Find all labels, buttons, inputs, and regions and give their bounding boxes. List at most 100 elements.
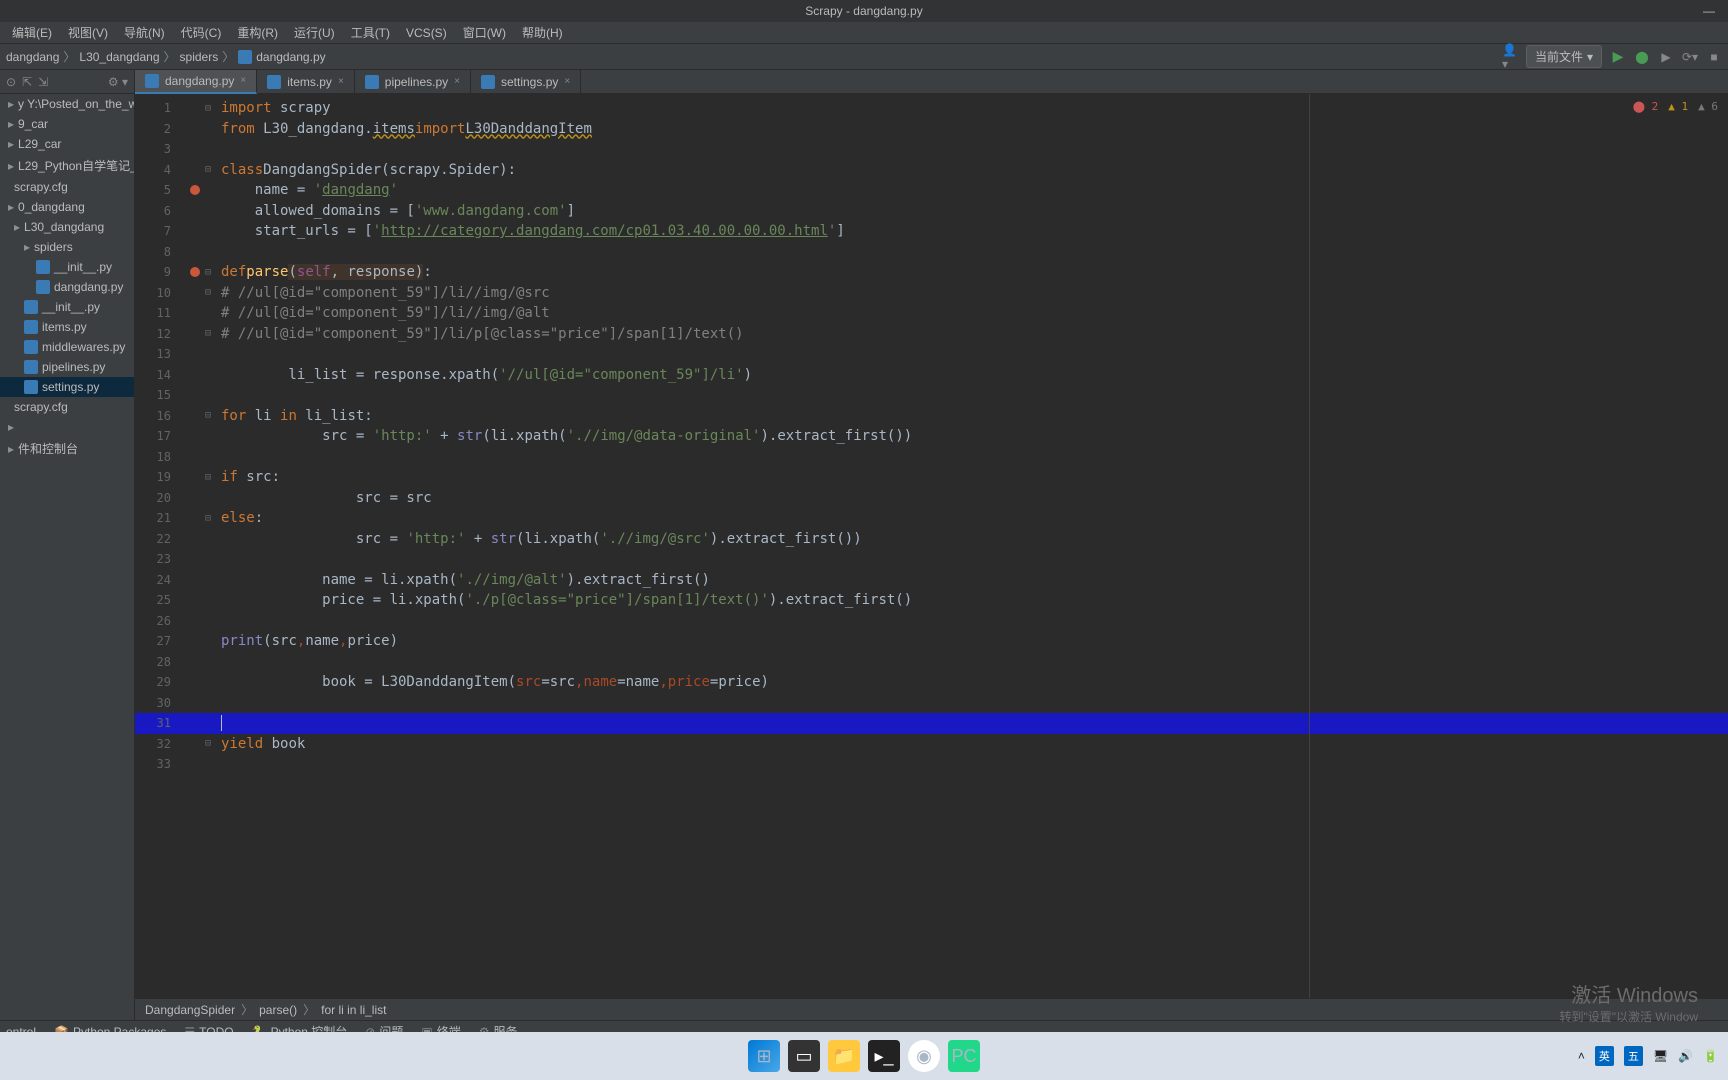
project-tree[interactable]: ▸y Y:\Posted_on_the_web▸9_car▸L29_car▸L2… [0,94,134,1020]
editor-tab[interactable]: dangdang.py× [135,70,257,94]
warning-indicator[interactable]: ▲ 1 [1668,100,1688,113]
menu-item[interactable]: 视图(V) [60,24,116,41]
profile-icon[interactable]: ⟳▾ [1682,49,1698,65]
stop-icon[interactable]: ■ [1706,49,1722,65]
line-number[interactable]: 22 [135,529,185,550]
tree-item[interactable]: scrapy.cfg [0,397,134,417]
breadcrumb-part[interactable]: dangdang.py [238,50,325,64]
fold-toggle[interactable]: ⊟ [205,508,217,529]
inspection-indicators[interactable]: ⬤ 2 ▲ 1 ▲ 6 [1633,100,1718,113]
coverage-icon[interactable]: ▶ [1658,49,1674,65]
tree-item[interactable]: ▸件和控制台 [0,437,134,460]
struct-crumb[interactable]: parse() [259,1003,297,1017]
code-line[interactable]: from L30_dangdang.items import L30Dandda… [217,119,1728,140]
fold-toggle[interactable]: ⊟ [205,324,217,345]
fold-toggle[interactable]: ⊟ [205,283,217,304]
tree-item[interactable]: items.py [0,317,134,337]
line-number[interactable]: 26 [135,611,185,632]
code-content[interactable]: import scrapyfrom L30_dangdang.items imp… [217,94,1728,998]
line-number[interactable]: 13 [135,344,185,365]
fold-toggle[interactable]: ⊟ [205,160,217,181]
line-number[interactable]: 21 [135,508,185,529]
tree-item[interactable]: ▸0_dangdang [0,197,134,217]
ime-indicator-2[interactable]: 五 [1624,1046,1643,1066]
code-line[interactable]: import scrapy [217,98,1728,119]
code-line[interactable]: class DangdangSpider(scrapy.Spider): [217,160,1728,181]
tree-item[interactable]: pipelines.py [0,357,134,377]
menu-item[interactable]: 编辑(E) [4,24,60,41]
line-number[interactable]: 1 [135,98,185,119]
fold-toggle[interactable]: ⊟ [205,262,217,283]
line-number[interactable]: 10 [135,283,185,304]
taskbar-tray[interactable]: ˄ 英 五 🖥 🔊 🔋 [1578,1046,1718,1066]
code-line[interactable] [217,242,1728,263]
line-number[interactable]: 32 [135,734,185,755]
code-line[interactable]: print(src,name,price) [217,631,1728,652]
line-number[interactable]: 11 [135,303,185,324]
code-line[interactable] [217,447,1728,468]
line-number[interactable]: 24 [135,570,185,591]
menu-item[interactable]: 窗口(W) [455,24,514,41]
line-number[interactable]: 20 [135,488,185,509]
tray-monitor-icon[interactable]: 🖥 [1653,1049,1668,1063]
code-line[interactable]: li_list = response.xpath('//ul[@id="comp… [217,365,1728,386]
code-line[interactable]: src = 'http:' + str(li.xpath('.//img/@da… [217,426,1728,447]
fold-toggle[interactable]: ⊟ [205,467,217,488]
code-line[interactable] [217,754,1728,775]
close-tab-icon[interactable]: × [338,76,344,87]
tree-item[interactable]: settings.py [0,377,134,397]
code-editor[interactable]: 1234567891011121314151617181920212223242… [135,94,1728,998]
code-line[interactable]: name = li.xpath('.//img/@alt').extract_f… [217,570,1728,591]
line-number[interactable]: 9 [135,262,185,283]
sidebar-settings-icon[interactable]: ⚙ ▾ [108,75,128,89]
code-line[interactable]: src = src [217,488,1728,509]
tray-battery-icon[interactable]: 🔋 [1703,1049,1718,1063]
tree-item[interactable]: __init__.py [0,297,134,317]
collapse-icon[interactable]: ⇲ [38,75,48,89]
user-icon[interactable]: 👤▾ [1502,49,1518,65]
ime-indicator-1[interactable]: 英 [1595,1046,1614,1066]
menu-item[interactable]: 导航(N) [116,24,173,41]
code-line[interactable]: def parse(self, response): [217,262,1728,283]
tree-item[interactable]: scrapy.cfg [0,177,134,197]
line-number[interactable]: 17 [135,426,185,447]
tree-item[interactable]: dangdang.py [0,277,134,297]
windows-taskbar[interactable]: ⊞ ▭ 📁 ▸_ ◉ PC ˄ 英 五 🖥 🔊 🔋 [0,1032,1728,1080]
close-tab-icon[interactable]: × [454,76,460,87]
line-number[interactable]: 30 [135,693,185,714]
tree-item[interactable]: middlewares.py [0,337,134,357]
structure-breadcrumb[interactable]: DangdangSpider〉parse()〉for li in li_list [135,998,1728,1020]
code-line[interactable]: else: [217,508,1728,529]
run-config-selector[interactable]: 当前文件 ▾ [1526,45,1602,68]
line-number[interactable]: 16 [135,406,185,427]
code-line[interactable]: name = 'dangdang' [217,180,1728,201]
fold-toggle[interactable]: ⊟ [205,734,217,755]
line-number[interactable]: 28 [135,652,185,673]
code-line[interactable]: for li in li_list: [217,406,1728,427]
close-tab-icon[interactable]: × [240,75,246,86]
line-number[interactable]: 2 [135,119,185,140]
menu-item[interactable]: VCS(S) [398,26,455,40]
menu-item[interactable]: 工具(T) [343,24,398,41]
code-line[interactable]: # //ul[@id="component_59"]/li/p[@class="… [217,324,1728,345]
code-line[interactable]: # //ul[@id="component_59"]/li//img/@src [217,283,1728,304]
line-number[interactable]: 27 [135,631,185,652]
code-line[interactable] [217,611,1728,632]
tree-item[interactable]: ▸L29_Python自学笔记_scra [0,154,134,177]
show-options-icon[interactable]: ⊙ [6,75,16,89]
menu-item[interactable]: 帮助(H) [514,24,571,41]
line-number[interactable]: 14 [135,365,185,386]
line-number[interactable]: 33 [135,754,185,775]
line-number[interactable]: 8 [135,242,185,263]
tree-item[interactable]: ▸L29_car [0,134,134,154]
tree-item[interactable]: ▸ [0,417,134,437]
code-line[interactable] [217,139,1728,160]
taskbar-taskview-icon[interactable]: ▭ [788,1040,820,1072]
code-line[interactable]: yield book [217,734,1728,755]
debug-icon[interactable]: ⬤ [1634,49,1650,65]
code-line[interactable] [217,713,1728,734]
menu-item[interactable]: 代码(C) [173,24,230,41]
code-line[interactable]: book = L30DanddangItem(src=src,name=name… [217,672,1728,693]
tree-item[interactable]: ▸y Y:\Posted_on_the_web [0,94,134,114]
menu-item[interactable]: 运行(U) [286,24,343,41]
